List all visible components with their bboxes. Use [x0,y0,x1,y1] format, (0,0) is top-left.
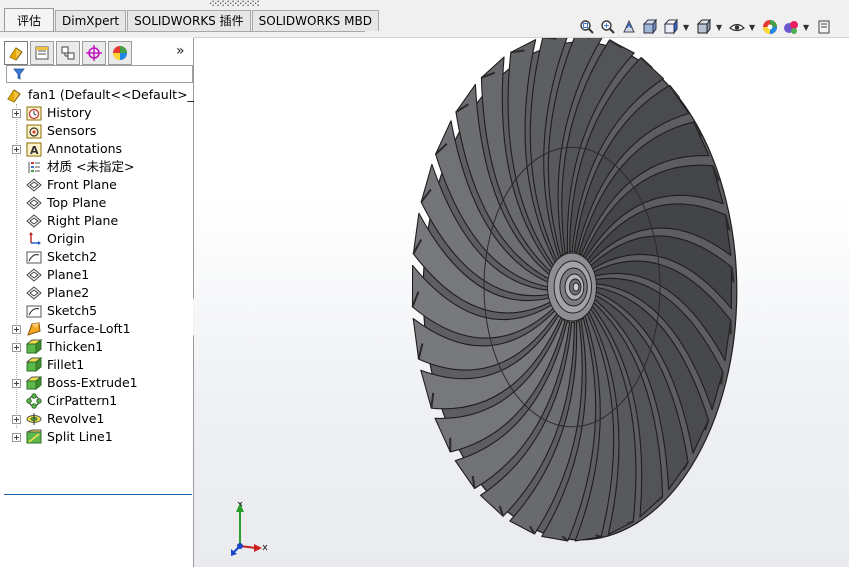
expand-toggle[interactable] [12,415,21,424]
ribbon-cutoff-text: ░░░░░ [210,0,260,7]
expand-toggle[interactable] [12,433,21,442]
plane-icon [26,214,42,228]
configurationmanager-tab[interactable] [56,41,80,65]
section-view-icon[interactable] [641,18,659,36]
featuremanager-tree-icon [9,47,23,61]
tab-evaluate[interactable]: 评估 [4,8,55,32]
featuremanager-panel: » fan1 (Default<<Default>_Di History Sen… [0,38,207,567]
view-orientation-icon[interactable] [662,18,680,36]
tree-item-front-plane[interactable]: Front Plane [0,176,193,194]
featuremanager-tab[interactable] [4,41,28,65]
tree-item-split-line1[interactable]: Split Line1 [0,428,193,446]
part-icon [7,89,21,103]
apply-scene-dropdown-icon[interactable]: ▼ [803,23,811,32]
expand-toggle[interactable] [12,109,21,118]
tree-item-origin[interactable]: Origin [0,230,193,248]
origin-icon [29,232,41,245]
command-manager: ░░░░░ 评估 DimXpert SOLIDWORKS 插件 SOLIDWOR… [0,0,849,38]
ribbon-cutoff-strip: ░░░░░ [0,0,849,8]
tree-item-annotations[interactable]: A Annotations [0,140,193,158]
tree-item-top-plane[interactable]: Top Plane [0,194,193,212]
material-icon [28,162,40,173]
fan-hub [547,252,597,322]
displaymanager-icon [113,46,127,60]
graphics-area[interactable] [194,38,849,567]
tree-item-cirpattern1[interactable]: CirPattern1 [0,392,193,410]
hide-show-items-icon[interactable] [728,18,746,36]
reference-triad [231,501,268,556]
tab-baseline [0,31,365,32]
tab-solidworks-mbd[interactable]: SOLIDWORKS MBD [251,10,379,31]
split-line-icon [26,429,42,444]
triad-origin [237,543,243,549]
tree-item-revolve1[interactable]: Revolve1 [0,410,193,428]
plane-icon [26,268,42,282]
tree-root-part[interactable]: fan1 (Default<<Default>_Di [0,86,207,104]
expand-toggle[interactable] [12,325,21,334]
previous-view-icon[interactable] [620,18,638,36]
sketch-icon [26,305,42,318]
plane-icon [26,286,42,300]
displaymanager-tab[interactable] [108,41,132,65]
sensors-icon [26,124,42,139]
annotations-icon: A [26,142,42,157]
panel-tabs [4,41,134,65]
tree-item-boss-extrude1[interactable]: Boss-Extrude1 [0,374,193,392]
propertymanager-icon [35,46,49,60]
configurationmanager-icon [61,46,75,60]
tree-filter-input[interactable] [6,65,193,83]
dimxpert-icon [86,45,102,61]
part-name-label: fan1 (Default<<Default>_Di [28,87,207,102]
view-settings-icon[interactable] [815,18,833,36]
edit-appearance-icon[interactable] [761,18,779,36]
expand-toggle[interactable] [12,145,21,154]
tree-item-right-plane[interactable]: Right Plane [0,212,193,230]
panel-more-button[interactable]: » [176,43,185,59]
tree-item-surface-loft1[interactable]: Surface-Loft1 [0,320,193,338]
tree-item-thicken1[interactable]: Thicken1 [0,338,193,356]
display-style-dropdown-icon[interactable]: ▼ [716,23,724,32]
revolve-icon [26,413,42,425]
tab-dimxpert[interactable]: DimXpert [55,10,127,31]
fan-hub-ring [572,282,580,292]
propertymanager-tab[interactable] [30,41,54,65]
plane-icon [26,178,42,192]
svg-text:A: A [30,144,39,157]
fan-model[interactable] [194,38,849,567]
tree-item-sketch2[interactable]: Sketch2 [0,248,193,266]
thicken-icon [26,339,42,355]
command-tabs: 评估 DimXpert SOLIDWORKS 插件 SOLIDWORKS MBD [4,8,380,32]
triad-x-arrow [254,544,262,552]
tree-rollback-bar[interactable] [4,494,192,495]
surface-loft-icon [27,322,41,336]
triad-x-glyph [262,544,268,551]
boss-extrude-icon [26,375,42,391]
hide-show-dropdown-icon[interactable]: ▼ [749,23,757,32]
view-orientation-dropdown-icon[interactable]: ▼ [683,23,691,32]
tree-item-material[interactable]: 材质 <未指定> [0,158,193,176]
tree-item-history[interactable]: History [0,104,193,122]
fillet-icon [26,357,42,373]
tree-item-fillet1[interactable]: Fillet1 [0,356,193,374]
tree-item-sensors[interactable]: Sensors [0,122,193,140]
sketch-icon [26,251,42,264]
heads-up-view-toolbar: ▼ ▼ ▼ ▼ [578,16,836,38]
plane-icon [26,196,42,210]
zoom-to-area-icon[interactable] [599,18,617,36]
tree-item-sketch5[interactable]: Sketch5 [0,302,193,320]
expand-toggle[interactable] [12,379,21,388]
tree-item-plane1[interactable]: Plane1 [0,266,193,284]
filter-icon [13,68,25,80]
tab-solidworks-addins[interactable]: SOLIDWORKS 插件 [127,10,251,31]
feature-tree: fan1 (Default<<Default>_Di History Senso… [0,86,207,495]
display-style-icon[interactable] [695,18,713,36]
expand-toggle[interactable] [12,343,21,352]
tree-item-plane2[interactable]: Plane2 [0,284,193,302]
zoom-to-fit-icon[interactable] [578,18,596,36]
fan-blade-edge [595,534,602,538]
history-icon [26,106,42,121]
apply-scene-icon[interactable] [782,18,800,36]
dimxpertmanager-tab[interactable] [82,41,106,65]
circular-pattern-icon [26,393,42,409]
